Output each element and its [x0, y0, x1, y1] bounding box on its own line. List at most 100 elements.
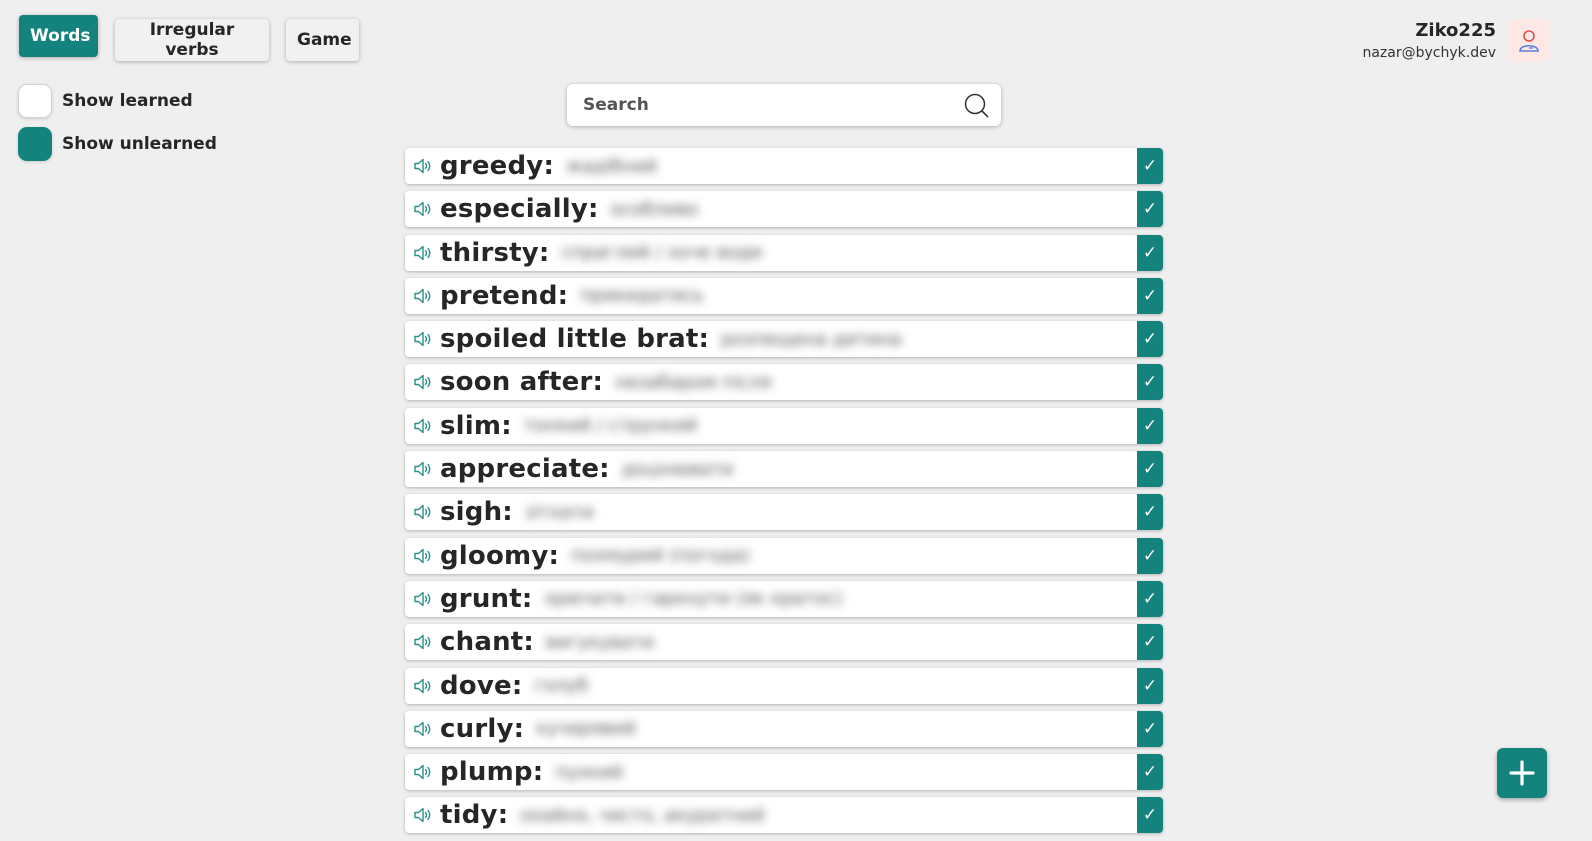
word-row: dove: голуб ✓	[405, 667, 1163, 704]
user-info: Ziko225 nazar@bychyk.dev	[1362, 20, 1496, 63]
show-learned-label: Show learned	[62, 91, 193, 111]
mark-learned-button[interactable]: ✓	[1137, 494, 1163, 531]
show-learned-toggle[interactable]: Show learned	[18, 84, 193, 118]
user-email: nazar@bychyk.dev	[1362, 45, 1496, 61]
speaker-icon[interactable]	[413, 460, 434, 478]
word-row: appreciate: доцінювати ✓	[405, 451, 1163, 488]
word-translation[interactable]: голуб	[534, 675, 588, 696]
speaker-icon[interactable]	[413, 200, 434, 218]
add-word-button[interactable]	[1497, 748, 1547, 798]
word-term: greedy:	[440, 151, 555, 181]
mark-learned-button[interactable]: ✓	[1137, 667, 1163, 704]
speaker-icon[interactable]	[413, 157, 434, 175]
mark-learned-button[interactable]: ✓	[1137, 234, 1163, 271]
show-unlearned-label: Show unlearned	[62, 134, 217, 154]
show-unlearned-toggle[interactable]: Show unlearned	[18, 127, 217, 161]
word-term: soon after:	[440, 367, 604, 398]
speaker-icon[interactable]	[413, 244, 434, 262]
word-term: especially:	[440, 194, 599, 225]
speaker-icon[interactable]	[413, 503, 434, 521]
word-row: greedy: жадібний ✓	[405, 148, 1163, 184]
speaker-icon[interactable]	[413, 720, 434, 738]
word-list: greedy: жадібний ✓ especially: особливо ✓ thir…	[405, 148, 1163, 841]
word-translation[interactable]: незабаром після	[615, 372, 771, 393]
word-row: plump: пухкий ✓	[405, 754, 1163, 791]
speaker-icon[interactable]	[413, 330, 434, 348]
word-row: tidy: охайно, чисто, акуратний ✓	[405, 797, 1163, 834]
word-translation[interactable]: особливо	[611, 199, 699, 220]
word-term: thirsty:	[440, 237, 550, 268]
word-row: chant: вигукувати ✓	[405, 624, 1163, 661]
word-row: especially: особливо ✓	[405, 191, 1163, 228]
speaker-icon[interactable]	[413, 806, 434, 824]
speaker-icon[interactable]	[413, 633, 434, 651]
speaker-icon[interactable]	[413, 763, 434, 781]
speaker-icon[interactable]	[413, 590, 434, 608]
word-translation[interactable]: охайно, чисто, акуратний	[520, 805, 764, 826]
mark-learned-button[interactable]: ✓	[1137, 710, 1163, 747]
nav-words-button[interactable]: Words	[19, 15, 98, 57]
mark-learned-button[interactable]: ✓	[1137, 407, 1163, 444]
nav-game-button[interactable]: Game	[286, 19, 359, 61]
word-translation[interactable]: хрючати / гаркнути (як кратос)	[544, 588, 842, 609]
mark-learned-button[interactable]: ✓	[1137, 321, 1163, 358]
word-term: gloomy:	[440, 540, 560, 571]
search-icon[interactable]	[964, 93, 989, 118]
word-term: sigh:	[440, 497, 513, 528]
word-term: pretend:	[440, 280, 569, 311]
word-term: curly:	[440, 713, 525, 744]
speaker-icon[interactable]	[413, 547, 434, 565]
show-unlearned-checkbox[interactable]	[18, 127, 52, 161]
word-translation[interactable]: вигукувати	[546, 632, 654, 653]
word-row: sigh: зітхати ✓	[405, 494, 1163, 531]
word-translation[interactable]: прикидатись	[580, 285, 704, 306]
mark-learned-button[interactable]: ✓	[1137, 624, 1163, 661]
word-term: spoiled little brat:	[440, 324, 710, 355]
mark-learned-button[interactable]: ✓	[1137, 148, 1163, 184]
word-term: dove:	[440, 670, 523, 701]
word-translation[interactable]: жадібний	[566, 156, 657, 177]
word-term: chant:	[440, 627, 535, 658]
word-translation[interactable]: пухкий	[555, 762, 622, 783]
word-row: spoiled little brat: розпещена дитина ✓	[405, 321, 1163, 358]
word-row: gloomy: похмурий (погода) ✓	[405, 537, 1163, 574]
search-input[interactable]	[583, 84, 953, 126]
mark-learned-button[interactable]: ✓	[1137, 364, 1163, 401]
show-learned-checkbox[interactable]	[18, 84, 52, 118]
word-translation[interactable]: кучерявий	[536, 718, 636, 739]
word-row: slim: тонкий / стрункий ✓	[405, 407, 1163, 444]
search-box	[567, 84, 1001, 126]
word-row: soon after: незабаром після ✓	[405, 364, 1163, 401]
mark-learned-button[interactable]: ✓	[1137, 191, 1163, 228]
mark-learned-button[interactable]: ✓	[1137, 537, 1163, 574]
word-translation[interactable]: спраглий / хоче води	[562, 242, 763, 263]
word-term: slim:	[440, 410, 512, 441]
speaker-icon[interactable]	[413, 373, 434, 391]
word-translation[interactable]: доцінювати	[622, 459, 733, 480]
mark-learned-button[interactable]: ✓	[1137, 580, 1163, 617]
word-row: pretend: прикидатись ✓	[405, 277, 1163, 314]
mark-learned-button[interactable]: ✓	[1137, 797, 1163, 834]
speaker-icon[interactable]	[413, 677, 434, 695]
word-row: grunt: хрючати / гаркнути (як кратос) ✓	[405, 580, 1163, 617]
word-row: curly: кучерявий ✓	[405, 710, 1163, 747]
mark-learned-button[interactable]: ✓	[1137, 277, 1163, 314]
mark-learned-button[interactable]: ✓	[1137, 754, 1163, 791]
mark-learned-button[interactable]: ✓	[1137, 451, 1163, 488]
nav-irregular-verbs-button[interactable]: Irregular verbs	[115, 19, 269, 61]
word-translation[interactable]: тонкий / стрункий	[524, 415, 698, 436]
word-term: grunt:	[440, 583, 533, 614]
word-translation[interactable]: зітхати	[525, 502, 594, 523]
word-term: appreciate:	[440, 454, 610, 485]
word-translation[interactable]: розпещена дитина	[721, 329, 902, 350]
avatar-button[interactable]	[1507, 19, 1550, 62]
user-name: Ziko225	[1415, 20, 1496, 41]
user-icon	[1518, 29, 1539, 52]
speaker-icon[interactable]	[413, 287, 434, 305]
word-term: tidy:	[440, 800, 509, 831]
word-term: plump:	[440, 757, 544, 788]
speaker-icon[interactable]	[413, 417, 434, 435]
plus-icon	[1509, 760, 1535, 786]
word-translation[interactable]: похмурий (погода)	[571, 545, 750, 566]
word-row: thirsty: спраглий / хоче води ✓	[405, 234, 1163, 271]
